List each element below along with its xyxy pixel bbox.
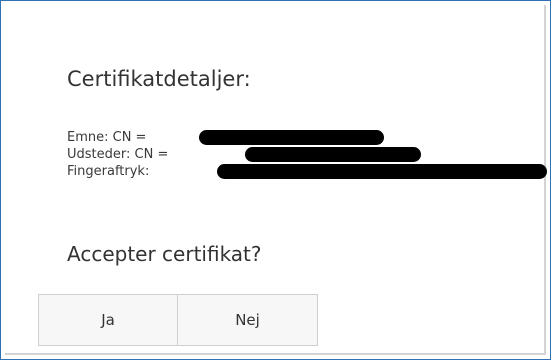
fingerprint-row: Fingeraftryk: xyxy=(67,163,547,180)
dialog-title: Certifikatdetaljer: xyxy=(67,67,251,91)
redaction-fingerprint xyxy=(217,164,547,179)
redaction-subject xyxy=(199,130,384,145)
issuer-row: Udsteder: CN = xyxy=(67,146,547,163)
no-button[interactable]: Nej xyxy=(178,294,318,346)
issuer-label: Udsteder: CN = xyxy=(67,147,169,162)
accept-question: Accepter certifikat? xyxy=(67,242,262,266)
screenshot-frame: Certifikatdetaljer: Emne: CN = Udsteder:… xyxy=(0,0,551,360)
fingerprint-label: Fingeraftryk: xyxy=(67,164,150,179)
button-row: Ja Nej xyxy=(38,294,318,346)
certificate-details: Emne: CN = Udsteder: CN = Fingeraftryk: xyxy=(67,129,547,180)
yes-button[interactable]: Ja xyxy=(38,294,178,346)
subject-row: Emne: CN = xyxy=(67,129,547,146)
redaction-issuer xyxy=(245,147,421,162)
subject-label: Emne: CN = xyxy=(67,130,147,145)
certificate-dialog: Certifikatdetaljer: Emne: CN = Udsteder:… xyxy=(5,5,547,355)
